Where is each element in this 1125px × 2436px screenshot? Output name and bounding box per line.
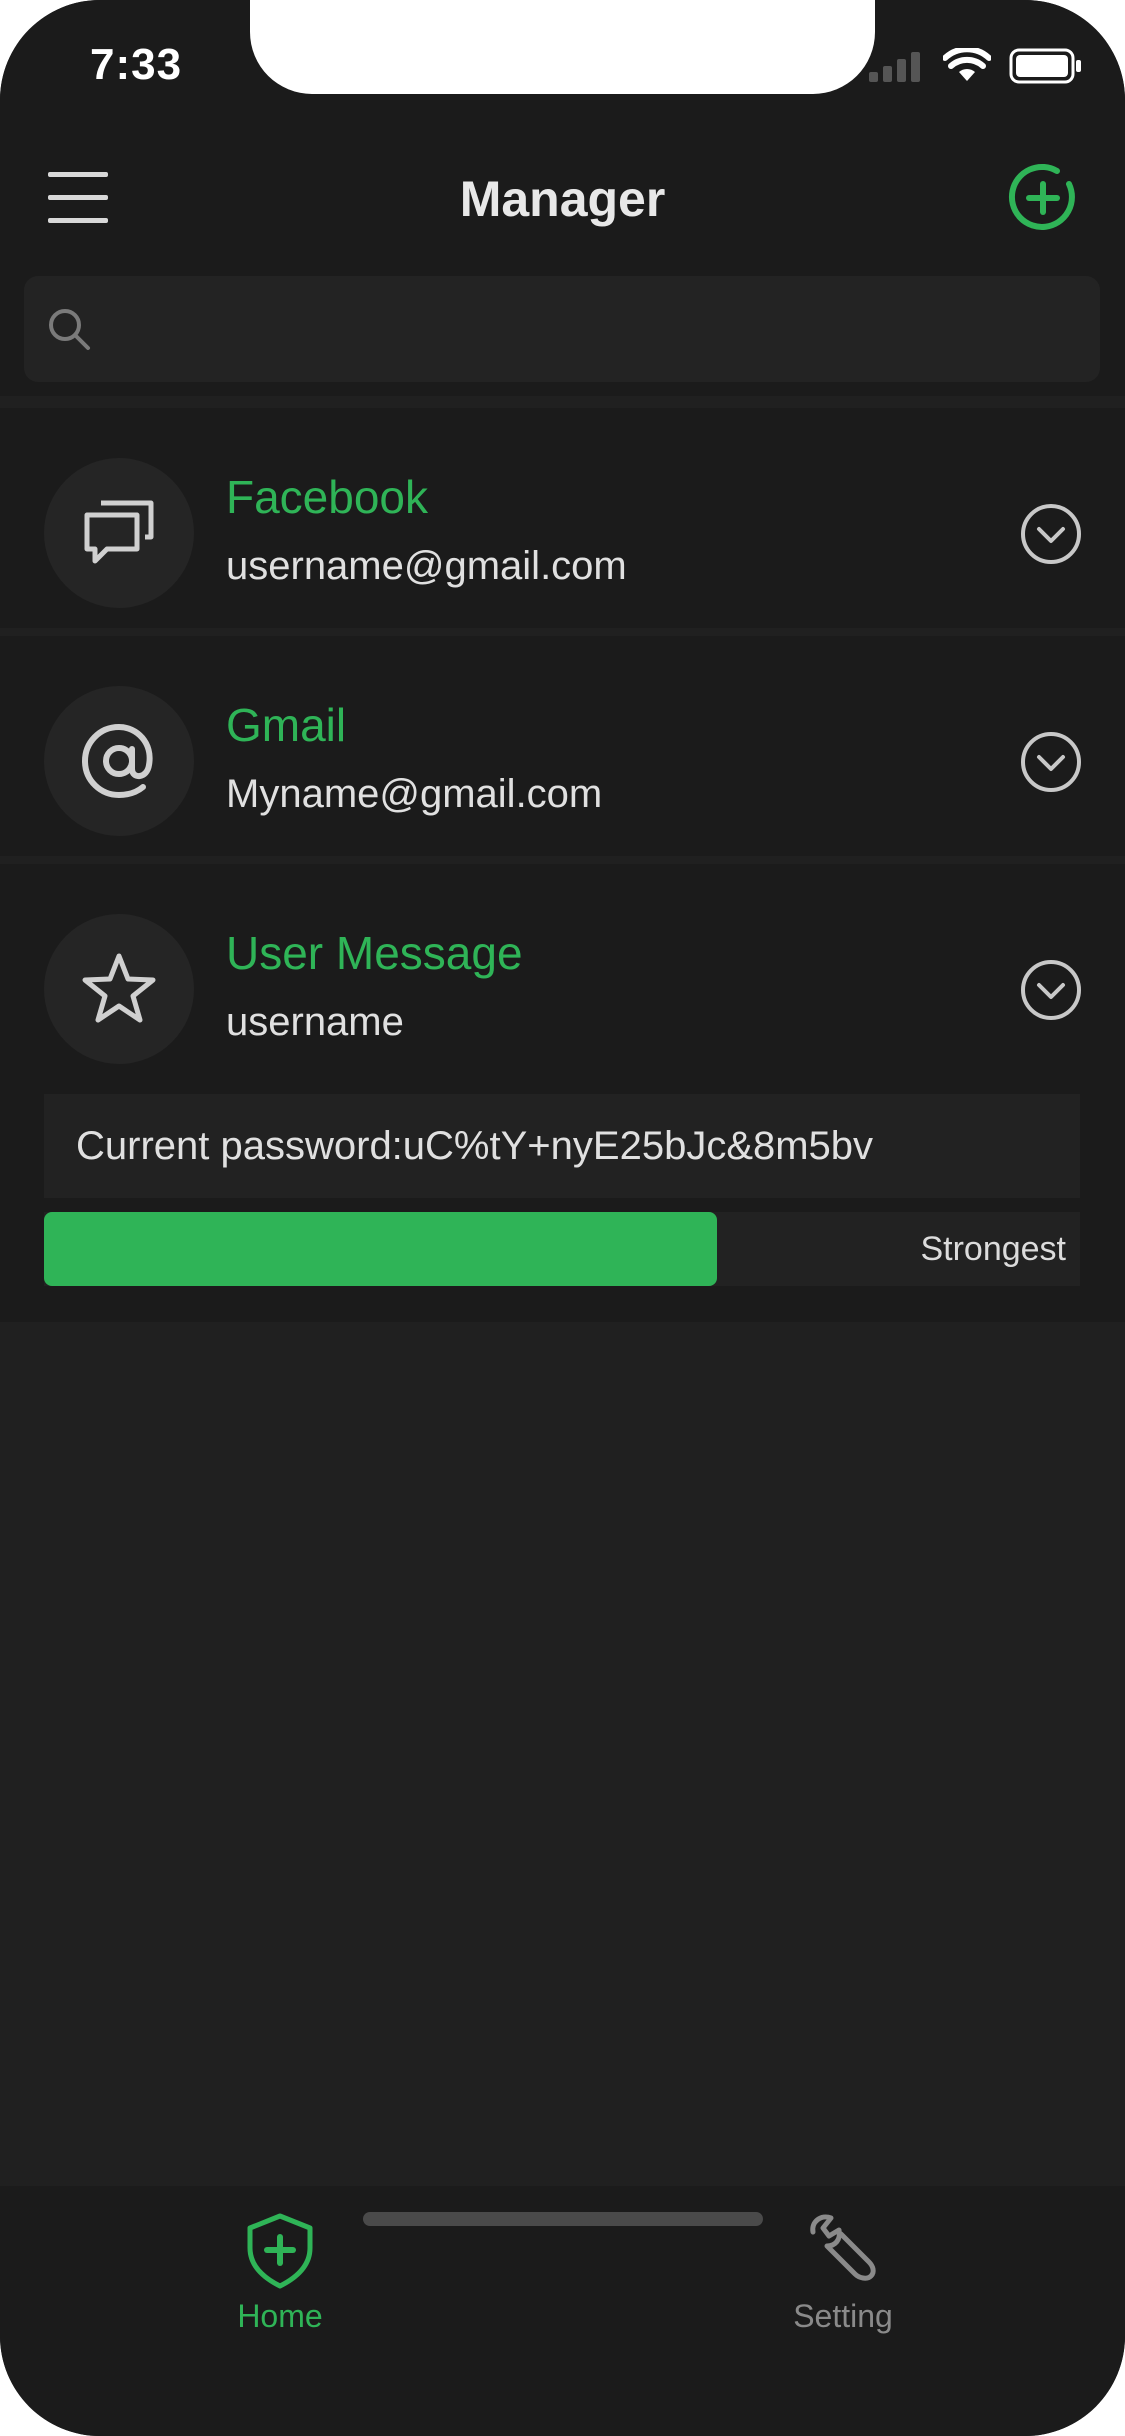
avatar bbox=[44, 914, 194, 1064]
chevron-down-icon[interactable] bbox=[1019, 730, 1083, 794]
chat-bubbles-icon bbox=[84, 500, 154, 564]
navigation-bar: Manager bbox=[0, 132, 1125, 264]
cellular-signal-icon bbox=[869, 52, 920, 82]
item-title: Facebook bbox=[226, 471, 429, 523]
item-subtitle: Myname@gmail.com bbox=[226, 772, 603, 816]
battery-icon bbox=[1009, 48, 1081, 84]
status-time: 7:33 bbox=[90, 40, 183, 89]
list-item-expanded[interactable]: User Message username Current password:u… bbox=[0, 864, 1125, 1322]
phone-screen: 7:33 Manager Facebook username@gmail.com… bbox=[0, 0, 1125, 2436]
strength-label: Strongest bbox=[920, 1230, 1066, 1268]
search-box[interactable] bbox=[24, 276, 1100, 382]
tab-label: Setting bbox=[793, 2298, 893, 2334]
tab-setting[interactable]: Setting bbox=[693, 2210, 993, 2340]
avatar bbox=[44, 686, 194, 836]
password-strength-meter: Strongest bbox=[44, 1212, 1080, 1286]
strength-fill bbox=[44, 1212, 718, 1286]
search-icon bbox=[49, 309, 90, 350]
list-item[interactable]: Gmail Myname@gmail.com bbox=[0, 636, 1125, 856]
item-title: Gmail bbox=[226, 699, 347, 751]
star-icon bbox=[82, 953, 156, 1023]
search-bar bbox=[0, 264, 1125, 396]
at-sign-icon bbox=[81, 723, 153, 799]
search-input[interactable] bbox=[108, 288, 1080, 370]
chevron-down-icon[interactable] bbox=[1019, 958, 1083, 1022]
status-bar: 7:33 bbox=[0, 0, 1125, 132]
tab-label: Home bbox=[237, 2298, 323, 2334]
tab-home[interactable]: Home bbox=[130, 2210, 430, 2340]
item-title: User Message bbox=[226, 927, 523, 979]
avatar bbox=[44, 458, 194, 608]
status-icons bbox=[869, 48, 1083, 84]
shield-plus-icon bbox=[247, 2213, 313, 2289]
current-password: Current password:uC%tY+nyE25bJc&8m5bv bbox=[44, 1094, 1080, 1198]
wifi-icon bbox=[943, 48, 991, 81]
account-list: Facebook username@gmail.com Gmail Myname bbox=[0, 408, 1125, 1322]
chevron-down-icon[interactable] bbox=[1019, 502, 1083, 566]
item-subtitle: username bbox=[226, 1000, 404, 1044]
wrench-icon bbox=[810, 2214, 876, 2281]
list-item[interactable]: Facebook username@gmail.com bbox=[0, 408, 1125, 628]
add-account-button[interactable] bbox=[1007, 162, 1079, 234]
page-title: Manager bbox=[459, 171, 666, 227]
notch bbox=[250, 0, 875, 94]
plus-circle-icon bbox=[1008, 164, 1075, 230]
home-indicator[interactable] bbox=[363, 2212, 763, 2226]
item-subtitle: username@gmail.com bbox=[226, 544, 627, 588]
